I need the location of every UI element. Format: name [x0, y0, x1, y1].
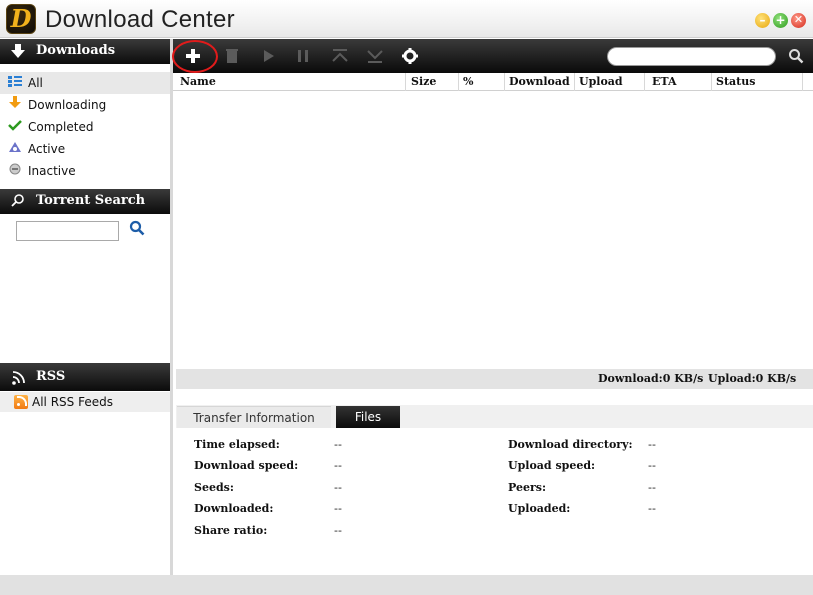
- start-button[interactable]: [257, 45, 279, 67]
- search-icon: [789, 49, 804, 64]
- sidebar: Downloads All Downloading Completed Acti…: [0, 39, 173, 575]
- details-panel: Transfer Information Files Time elapsed:…: [176, 405, 813, 575]
- torrent-search-section-header: Torrent Search: [0, 189, 170, 214]
- rss-header-icon: [11, 363, 31, 391]
- rss-feed-label: All RSS Feeds: [32, 395, 113, 409]
- downloaded-value: --: [334, 502, 342, 515]
- window-title: Download Center: [45, 6, 235, 33]
- rss-section-header: RSS: [0, 363, 170, 391]
- rss-feed-all[interactable]: All RSS Feeds: [0, 392, 170, 412]
- column-download[interactable]: Download: [505, 73, 575, 91]
- toolbar-search-button[interactable]: [787, 45, 805, 67]
- pause-button[interactable]: [292, 45, 314, 67]
- time-elapsed-label: Time elapsed:: [194, 438, 280, 451]
- torrent-list[interactable]: [176, 92, 813, 370]
- transfer-info-body: Time elapsed: -- Download speed: -- Seed…: [176, 428, 813, 575]
- column-size[interactable]: Size: [407, 73, 459, 91]
- filter-inactive[interactable]: Inactive: [0, 160, 170, 182]
- rss-feed-icon: [14, 395, 28, 409]
- downloads-section-header: Downloads: [0, 39, 170, 64]
- down-arrow-icon: [8, 94, 22, 116]
- share-ratio-value: --: [334, 524, 342, 537]
- upload-speed-value: --: [648, 459, 656, 472]
- tab-transfer-information[interactable]: Transfer Information: [177, 406, 331, 428]
- filter-label: Downloading: [28, 98, 107, 112]
- time-elapsed-value: --: [334, 438, 342, 451]
- share-ratio-label: Share ratio:: [194, 524, 268, 537]
- filter-all[interactable]: All: [0, 72, 170, 94]
- gear-icon: [402, 48, 418, 64]
- magnifier-icon: [11, 189, 31, 213]
- inactive-icon: [8, 160, 22, 182]
- active-icon: [8, 138, 22, 160]
- filter-label: Completed: [28, 120, 94, 134]
- download-directory-value: --: [648, 438, 656, 451]
- filter-label: Inactive: [28, 164, 76, 178]
- move-down-button[interactable]: [364, 45, 386, 67]
- toolbar-search-input[interactable]: [607, 47, 776, 66]
- add-button[interactable]: [182, 45, 204, 67]
- pause-icon: [298, 50, 308, 62]
- torrent-search-header-label: Torrent Search: [36, 193, 146, 208]
- torrent-search-button[interactable]: [127, 220, 147, 240]
- uploaded-label: Uploaded:: [508, 502, 571, 515]
- column-status[interactable]: Status: [712, 73, 803, 91]
- settings-button[interactable]: [399, 45, 421, 67]
- maximize-button[interactable]: +: [773, 13, 788, 28]
- seeds-value: --: [334, 481, 342, 494]
- download-speed-total: Download:0 KB/s: [598, 372, 704, 385]
- speed-status-bar: Download:0 KB/s Upload:0 KB/s: [176, 369, 813, 389]
- download-arrow-icon: [11, 39, 31, 63]
- add-icon: [186, 49, 200, 63]
- close-button[interactable]: ✕: [791, 13, 806, 28]
- checkmark-icon: [8, 116, 22, 138]
- seeds-label: Seeds:: [194, 481, 234, 494]
- download-directory-label: Download directory:: [508, 438, 633, 451]
- column-name[interactable]: Name: [176, 73, 406, 91]
- app-logo: D: [6, 4, 36, 34]
- filter-downloading[interactable]: Downloading: [0, 94, 170, 116]
- column-percent[interactable]: %: [459, 73, 505, 91]
- filter-label: All: [28, 76, 43, 90]
- downloaded-label: Downloaded:: [194, 502, 274, 515]
- torrent-search-input[interactable]: [16, 221, 119, 241]
- move-up-button[interactable]: [329, 45, 351, 67]
- list-icon: [8, 72, 22, 94]
- search-icon: [129, 220, 145, 236]
- download-speed-label: Download speed:: [194, 459, 299, 472]
- download-speed-value: --: [334, 459, 342, 472]
- tab-files[interactable]: Files: [336, 406, 400, 428]
- filter-active[interactable]: Active: [0, 138, 170, 160]
- filter-label: Active: [28, 142, 66, 156]
- upload-speed-total: Upload:0 KB/s: [708, 372, 797, 385]
- filter-completed[interactable]: Completed: [0, 116, 170, 138]
- trash-icon: [226, 49, 238, 63]
- peers-label: Peers:: [508, 481, 547, 494]
- remove-button[interactable]: [221, 45, 243, 67]
- peers-value: --: [648, 481, 656, 494]
- upload-speed-label: Upload speed:: [508, 459, 596, 472]
- minimize-button[interactable]: –: [755, 13, 770, 28]
- move-up-icon: [332, 49, 348, 62]
- torrent-table-header: Name Size % Download Upload ETA Status: [173, 73, 813, 91]
- rss-header-label: RSS: [36, 369, 66, 384]
- column-eta[interactable]: ETA: [648, 73, 712, 91]
- bottom-status-bar: [0, 575, 813, 595]
- downloads-header-label: Downloads: [36, 43, 116, 58]
- column-upload[interactable]: Upload: [575, 73, 645, 91]
- play-icon: [264, 50, 274, 62]
- title-bar: D Download Center – + ✕: [0, 0, 813, 38]
- uploaded-value: --: [648, 502, 656, 515]
- move-down-icon: [367, 50, 383, 63]
